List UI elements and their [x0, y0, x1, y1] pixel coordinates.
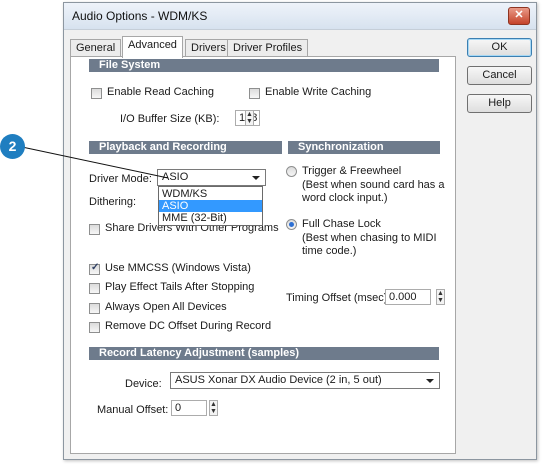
title-bar: Audio Options - WDM/KS ✕ [64, 3, 536, 30]
trigger-freewheel-desc-2: word clock input.) [302, 192, 388, 204]
chevron-down-icon [252, 176, 260, 180]
trigger-freewheel-desc: (Best when sound card has a [302, 179, 445, 191]
use-mmcss-checkbox[interactable] [89, 262, 100, 275]
manual-offset-input[interactable]: 0 [171, 400, 207, 416]
io-buffer-label: I/O Buffer Size (KB): [120, 113, 220, 125]
close-button[interactable]: ✕ [508, 7, 530, 25]
window-title: Audio Options - WDM/KS [72, 9, 208, 23]
io-buffer-spinner[interactable]: ▲ ▼ [245, 110, 254, 126]
trigger-freewheel-radio[interactable] [286, 166, 297, 177]
remove-dc-label: Remove DC Offset During Record [105, 320, 272, 332]
driver-mode-value: ASIO [162, 171, 189, 183]
trigger-freewheel-label: Trigger & Freewheel [302, 165, 402, 177]
play-effect-tails-label: Play Effect Tails After Stopping [105, 281, 255, 293]
write-caching-label: Enable Write Caching [265, 86, 372, 98]
ok-button[interactable]: OK [467, 38, 532, 57]
write-caching-checkbox[interactable] [249, 88, 260, 99]
device-select[interactable]: ASUS Xonar DX Audio Device (2 in, 5 out) [170, 372, 440, 389]
full-chase-lock-label: Full Chase Lock [302, 218, 381, 230]
full-chase-lock-desc: (Best when chasing to MIDI [302, 232, 437, 244]
driver-mode-select[interactable]: ASIO [157, 169, 266, 186]
full-chase-lock-radio[interactable] [286, 219, 297, 230]
dropdown-option-wdmks[interactable]: WDM/KS [159, 188, 262, 200]
always-open-checkbox[interactable] [89, 303, 100, 314]
callout-badge: 2 [0, 134, 25, 159]
tab-driver-profiles[interactable]: Driver Profiles [227, 39, 309, 57]
always-open-label: Always Open All Devices [105, 301, 227, 313]
full-chase-lock-desc-2: time code.) [302, 245, 357, 257]
chevron-down-icon [426, 379, 434, 383]
cancel-button[interactable]: Cancel [467, 66, 532, 85]
synchronization-header: Synchronization [288, 141, 440, 154]
playback-recording-header: Playback and Recording [89, 141, 282, 154]
remove-dc-checkbox[interactable] [89, 322, 100, 333]
tab-general[interactable]: General [70, 39, 122, 57]
timing-offset-label: Timing Offset (msec): [286, 292, 391, 304]
tab-advanced[interactable]: Advanced [122, 36, 183, 58]
play-effect-tails-checkbox[interactable] [89, 283, 100, 294]
timing-offset-input[interactable]: 0.000 [385, 289, 431, 305]
record-latency-header: Record Latency Adjustment (samples) [89, 347, 439, 360]
file-system-header: File System [89, 59, 439, 72]
tab-drivers[interactable]: Drivers [185, 39, 232, 57]
use-mmcss-label: Use MMCSS (Windows Vista) [105, 262, 251, 274]
driver-mode-label: Driver Mode: [89, 173, 152, 185]
device-value: ASUS Xonar DX Audio Device (2 in, 5 out) [175, 374, 382, 386]
driver-mode-dropdown: WDM/KS ASIO MME (32-Bit) [158, 186, 263, 226]
dropdown-option-mme[interactable]: MME (32-Bit) [159, 212, 262, 224]
dithering-label: Dithering: [89, 196, 137, 208]
share-drivers-checkbox[interactable] [89, 224, 100, 235]
timing-offset-spinner[interactable]: ▲ ▼ [436, 289, 445, 305]
manual-offset-label: Manual Offset: [97, 404, 169, 416]
manual-offset-spinner[interactable]: ▲ ▼ [209, 400, 218, 416]
read-caching-label: Enable Read Caching [107, 86, 215, 98]
read-caching-checkbox[interactable] [91, 88, 102, 99]
dropdown-option-asio[interactable]: ASIO [159, 200, 262, 212]
help-button[interactable]: Help [467, 94, 532, 113]
device-label: Device: [125, 378, 162, 390]
